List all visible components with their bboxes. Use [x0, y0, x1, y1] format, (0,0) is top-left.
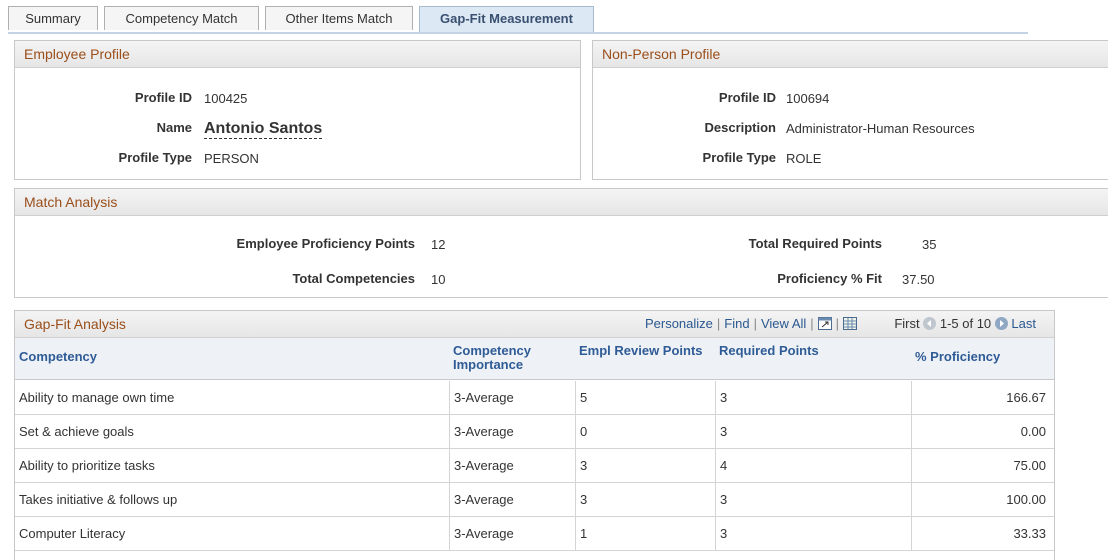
cell-proficiency: 100.00 [911, 483, 1054, 516]
download-icon[interactable] [843, 313, 858, 330]
cell-required-points: 4 [715, 449, 911, 482]
grid-navigation: Personalize | Find | View All | | First 1-5 of… [645, 311, 1036, 337]
cell-importance: 3-Average [449, 449, 575, 482]
cell-required-points: 3 [715, 415, 911, 448]
total-req-label: Total Required Points [748, 236, 882, 251]
match-analysis-title: Match Analysis [15, 189, 1108, 216]
cell-required-points: 3 [715, 381, 911, 414]
cell-proficiency: 0.00 [911, 415, 1054, 448]
tab-label: Summary [25, 11, 81, 26]
cell-proficiency: 75.00 [911, 449, 1054, 482]
cell-review-points: 1 [575, 517, 715, 550]
cell-importance: 3-Average [449, 517, 575, 550]
fit-value: 37.50 [902, 272, 935, 287]
table-row: Ability to prioritize tasks 3-Average 3 4 75… [15, 449, 1054, 483]
description-value: Administrator-Human Resources [786, 121, 975, 136]
cell-competency: Ability to manage own time [19, 390, 175, 405]
cell-competency: Computer Literacy [19, 526, 126, 541]
tab-label: Other Items Match [285, 11, 393, 26]
col-proficiency[interactable]: % Proficiency [911, 338, 1054, 380]
fit-label: Proficiency % Fit [777, 271, 882, 286]
col-empl-review-points[interactable]: Empl Review Points [575, 338, 715, 380]
cell-importance: 3-Average [449, 381, 575, 414]
view-all-link[interactable]: View All [761, 316, 806, 331]
cell-competency: Takes initiative & follows up [19, 492, 178, 507]
col-required-points[interactable]: Required Points [715, 338, 911, 380]
total-comp-label: Total Competencies [292, 271, 415, 286]
first-label: First [894, 316, 920, 331]
tab-gap-fit-measurement[interactable]: Gap-Fit Measurement [419, 6, 594, 32]
last-link[interactable]: Last [1011, 316, 1036, 331]
tab-bar: Summary Competency Match Other Items Mat… [8, 6, 1028, 34]
cell-review-points: 0 [575, 415, 715, 448]
employee-profile-title: Employee Profile [15, 41, 580, 68]
find-link[interactable]: Find [724, 316, 749, 331]
cell-review-points: 3 [575, 483, 715, 516]
tab-label: Competency Match [125, 11, 238, 26]
personalize-link[interactable]: Personalize [645, 316, 713, 331]
total-comp-value: 10 [431, 272, 446, 287]
row-range: 1-5 of 10 [939, 316, 992, 331]
tab-other-items-match[interactable]: Other Items Match [265, 6, 413, 30]
np-profile-id-label: Profile ID [718, 90, 776, 105]
name-label: Name [156, 120, 192, 135]
table-row: Set & achieve goals 3-Average 0 3 0.00 [15, 415, 1054, 449]
cell-competency: Set & achieve goals [19, 424, 134, 439]
profile-type-value: PERSON [204, 151, 259, 166]
description-label: Description [704, 120, 776, 135]
gap-fit-title-text: Gap-Fit Analysis [24, 316, 126, 332]
table-row: Computer Literacy 3-Average 1 3 33.33 [15, 517, 1054, 551]
cell-proficiency: 33.33 [911, 517, 1054, 550]
tab-competency-match[interactable]: Competency Match [104, 6, 259, 30]
np-profile-type-label: Profile Type [702, 150, 776, 165]
employee-name-link[interactable]: Antonio Santos [204, 120, 323, 139]
cell-importance: 3-Average [449, 483, 575, 516]
emp-points-value: 12 [431, 237, 446, 252]
tab-summary[interactable]: Summary [8, 6, 98, 30]
profile-type-label: Profile Type [118, 150, 192, 165]
employee-profile-box: Employee Profile Profile ID 100425 Name … [14, 40, 581, 180]
np-profile-id-value: 100694 [786, 91, 830, 106]
cell-review-points: 5 [575, 381, 715, 414]
col-competency[interactable]: Competency [15, 338, 449, 380]
table-row: Ability to manage own time 3-Average 5 3 166… [15, 381, 1054, 415]
cell-importance: 3-Average [449, 415, 575, 448]
profile-id-label: Profile ID [134, 90, 192, 105]
total-req-value: 35 [922, 237, 937, 252]
nonperson-profile-box: Non-Person Profile Profile ID 100694 Des… [592, 40, 1108, 180]
cell-required-points: 3 [715, 517, 911, 550]
table-row: Takes initiative & follows up 3-Average 3 3… [15, 483, 1054, 517]
col-competency-importance[interactable]: Competency Importance [449, 338, 575, 380]
next-arrow-icon[interactable] [994, 317, 1008, 330]
np-profile-type-value: ROLE [786, 151, 822, 166]
zoom-icon[interactable] [817, 313, 832, 330]
cell-review-points: 3 [575, 449, 715, 482]
gap-fit-grid: Gap-Fit Analysis Personalize | Find | View A… [14, 310, 1055, 560]
match-analysis-box: Match Analysis Employee Proficiency Poin… [14, 188, 1108, 298]
nonperson-profile-title: Non-Person Profile [593, 41, 1108, 68]
tab-label: Gap-Fit Measurement [440, 11, 573, 26]
cell-required-points: 3 [715, 483, 911, 516]
cell-competency: Ability to prioritize tasks [19, 458, 155, 473]
profile-id-value: 100425 [204, 91, 248, 106]
gap-fit-title: Gap-Fit Analysis Personalize | Find | View A… [15, 311, 1054, 338]
cell-proficiency: 166.67 [911, 381, 1054, 414]
emp-points-label: Employee Proficiency Points [236, 236, 415, 251]
first-arrow-icon[interactable] [923, 317, 937, 330]
